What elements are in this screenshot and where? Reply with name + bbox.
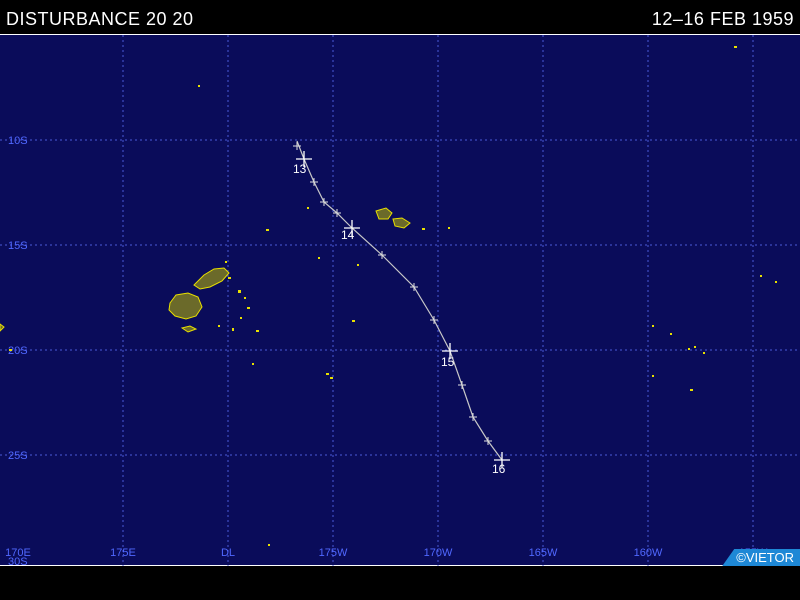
- day-label-16: 16: [492, 462, 506, 476]
- track-point: [469, 413, 477, 421]
- track-point: [430, 316, 438, 324]
- islet: [266, 229, 269, 231]
- track-point: [310, 178, 318, 186]
- islet: [357, 264, 359, 266]
- islet: [256, 330, 259, 332]
- islet: [307, 207, 309, 209]
- credit-badge: ©VIETOR: [722, 549, 800, 566]
- islet: [225, 261, 227, 263]
- lon-label-170w: 170W: [424, 547, 453, 559]
- islet: [760, 275, 762, 277]
- lat-label-15s: 15S: [8, 240, 28, 252]
- small-islets: [9, 46, 777, 546]
- lon-label-175e: 175E: [110, 547, 136, 559]
- track-map: 10S 15S 20S 25S 30S 170E 175E DL 175W 17…: [0, 35, 800, 567]
- date-range: 12–16 FEB 1959: [651, 9, 794, 29]
- islet: [352, 320, 355, 322]
- day-label-14: 14: [341, 228, 355, 242]
- lon-label-175w: 175W: [319, 547, 348, 559]
- islet: [228, 277, 231, 279]
- islet: [252, 363, 254, 365]
- islet: [694, 346, 696, 348]
- islet: [238, 290, 241, 293]
- island-viti-levu: [168, 292, 203, 320]
- islet: [244, 297, 246, 299]
- header-bar: DISTURBANCE 20 20 12–16 FEB 1959: [0, 0, 800, 34]
- islet: [652, 375, 654, 377]
- islet: [690, 389, 693, 391]
- islet: [775, 281, 777, 283]
- island-savaii: [375, 207, 393, 220]
- islet: [326, 373, 329, 375]
- daily-markers: [296, 151, 510, 468]
- lon-label-dl: DL: [221, 547, 235, 559]
- track-point: [458, 381, 466, 389]
- island-upolu: [392, 217, 411, 229]
- islet: [703, 352, 705, 354]
- islet: [232, 328, 234, 331]
- islet: [652, 325, 654, 327]
- lon-label-160w: 160W: [634, 547, 663, 559]
- islet: [422, 228, 425, 230]
- islet: [218, 325, 220, 327]
- lat-label-10s: 10S: [8, 135, 28, 147]
- islet: [670, 333, 672, 335]
- lat-label-25s: 25S: [8, 450, 28, 462]
- storm-track-line: [296, 140, 503, 461]
- islet: [330, 377, 333, 379]
- lon-label-165w: 165W: [529, 547, 558, 559]
- day-label-13: 13: [293, 162, 307, 176]
- islet: [0, 323, 5, 332]
- track-markers: [293, 142, 492, 445]
- map-panel: 10S 15S 20S 25S 30S 170E 175E DL 175W 17…: [0, 34, 800, 567]
- islet: [734, 46, 737, 48]
- islet: [318, 257, 320, 259]
- islet: [9, 349, 12, 351]
- islet: [198, 85, 200, 87]
- island-vanua-levu: [193, 267, 230, 290]
- grid-lines: [0, 35, 800, 567]
- islet: [268, 544, 270, 546]
- lon-label-170e: 170E: [5, 547, 31, 559]
- islet: [247, 307, 250, 309]
- storm-title: DISTURBANCE 20 20: [6, 9, 194, 29]
- day-label-15: 15: [441, 355, 455, 369]
- islet: [240, 317, 242, 319]
- islet: [688, 348, 690, 350]
- islet: [448, 227, 450, 229]
- islet: [180, 325, 198, 333]
- islands: [0, 207, 411, 333]
- footer-bar: [0, 566, 800, 600]
